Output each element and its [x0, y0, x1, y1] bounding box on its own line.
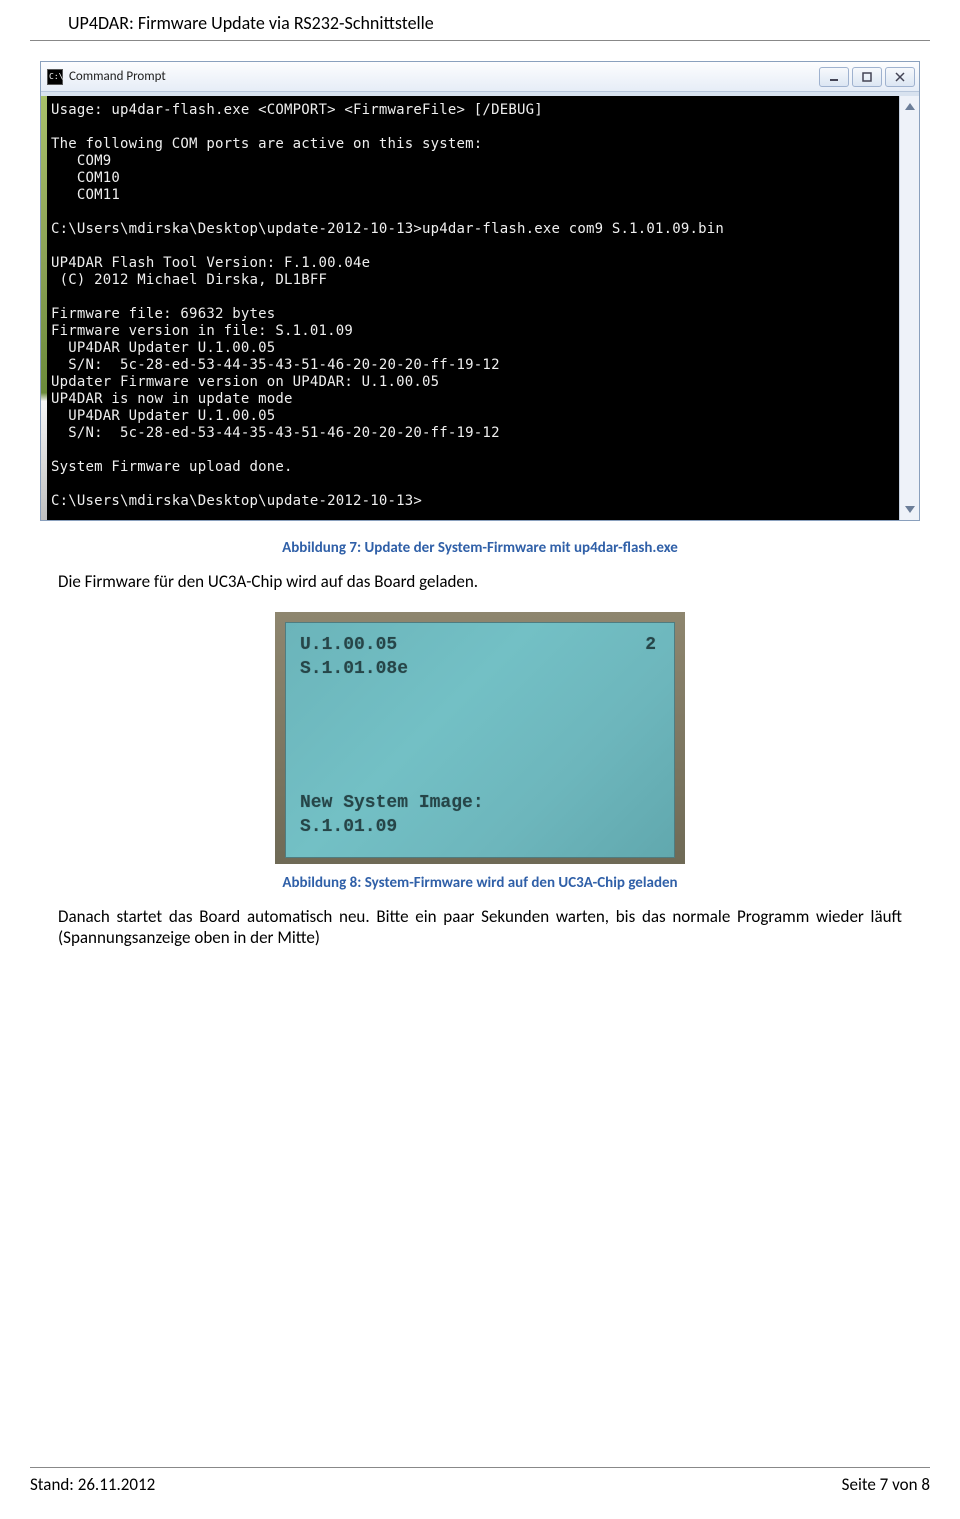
close-icon	[895, 72, 905, 82]
page-header: UP4DAR: Firmware Update via RS232-Schnit…	[30, 0, 930, 41]
scroll-down-icon	[905, 506, 915, 513]
close-button[interactable]	[885, 67, 915, 87]
lcd-screen: U.1.00.05 S.1.01.08e 2 New System Image:…	[285, 622, 675, 858]
maximize-button[interactable]	[852, 67, 882, 87]
cmd-icon	[47, 69, 63, 85]
cmd-output: Usage: up4dar-flash.exe <COMPORT> <Firmw…	[47, 96, 899, 520]
lcd-top-right: 2	[645, 633, 656, 657]
lcd-mid-2: S.1.01.09	[300, 815, 660, 839]
lcd-mid-1: New System Image:	[300, 791, 660, 815]
lcd-line-2: S.1.01.08e	[300, 657, 660, 681]
maximize-icon	[862, 72, 872, 82]
cmd-body-wrap: Usage: up4dar-flash.exe <COMPORT> <Firmw…	[41, 92, 919, 520]
cmd-window: Command Prompt Usage: up4dar-flash.exe <…	[40, 61, 920, 521]
minimize-icon	[829, 72, 839, 82]
footer-page: Seite 7 von 8	[842, 1474, 930, 1495]
page-footer: Stand: 26.11.2012 Seite 7 von 8	[30, 1467, 930, 1495]
scroll-up-icon	[905, 103, 915, 110]
figure-8-caption: Abbildung 8: System-Firmware wird auf de…	[30, 874, 930, 892]
cmd-titlebar: Command Prompt	[41, 62, 919, 92]
footer-date: Stand: 26.11.2012	[30, 1474, 155, 1495]
window-buttons	[819, 67, 915, 87]
lcd-photo: U.1.00.05 S.1.01.08e 2 New System Image:…	[275, 612, 685, 864]
lcd-line-1: U.1.00.05	[300, 633, 660, 657]
figure-7-caption: Abbildung 7: Update der System-Firmware …	[30, 539, 930, 557]
paragraph-2: Danach startet das Board automatisch neu…	[58, 906, 902, 948]
paragraph-1: Die Firmware für den UC3A-Chip wird auf …	[58, 571, 902, 592]
page-content: Command Prompt Usage: up4dar-flash.exe <…	[0, 41, 960, 948]
cmd-scrollbar[interactable]	[899, 96, 919, 520]
minimize-button[interactable]	[819, 67, 849, 87]
cmd-window-title: Command Prompt	[69, 69, 819, 84]
header-title: UP4DAR: Firmware Update via RS232-Schnit…	[68, 12, 434, 34]
